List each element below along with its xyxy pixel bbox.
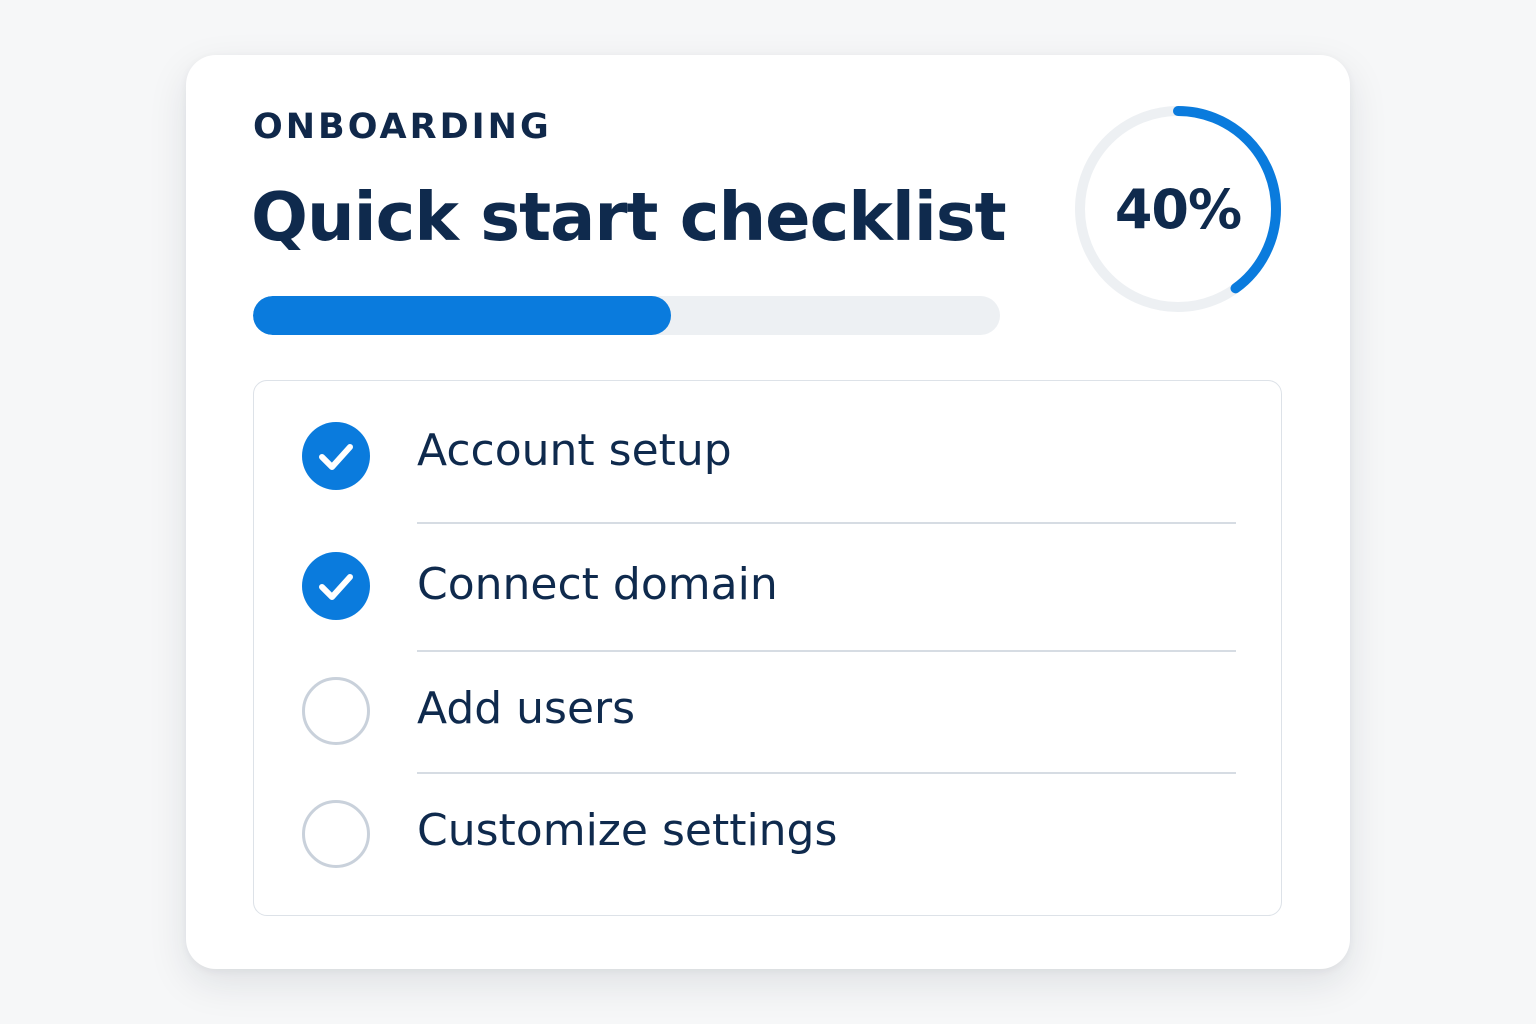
- section-eyebrow: ONBOARDING: [253, 107, 552, 147]
- checklist-item-add-users[interactable]: Add users: [254, 651, 1281, 773]
- progress-bar: [253, 296, 1000, 335]
- checklist: Account setup Connect domain Add users C…: [253, 380, 1282, 916]
- checklist-item-label: Customize settings: [417, 805, 838, 856]
- checklist-item-customize-settings[interactable]: Customize settings: [254, 773, 1281, 915]
- checklist-item-label: Connect domain: [417, 559, 778, 610]
- checklist-item-label: Account setup: [417, 425, 732, 476]
- check-circle-icon[interactable]: [302, 552, 370, 620]
- checklist-item-account-setup[interactable]: Account setup: [254, 381, 1281, 523]
- empty-circle-icon[interactable]: [302, 677, 370, 745]
- checklist-item-label: Add users: [417, 683, 636, 734]
- empty-circle-icon[interactable]: [302, 800, 370, 868]
- progress-percent-label: 40%: [1114, 177, 1242, 241]
- checklist-item-connect-domain[interactable]: Connect domain: [254, 523, 1281, 651]
- check-circle-icon[interactable]: [302, 422, 370, 490]
- progress-bar-fill: [253, 296, 672, 335]
- page-title: Quick start checklist: [251, 178, 1007, 256]
- progress-ring: 40%: [1072, 103, 1284, 315]
- onboarding-card: ONBOARDING Quick start checklist 40% Acc…: [186, 55, 1350, 969]
